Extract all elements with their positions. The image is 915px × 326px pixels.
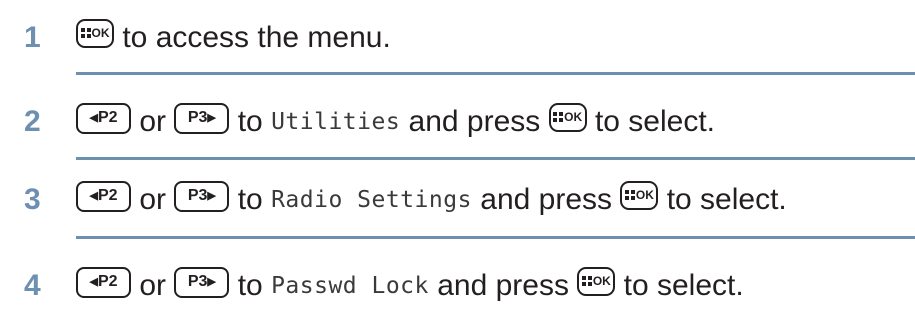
menu-item-name: Utilities	[271, 109, 401, 135]
step-divider	[76, 236, 915, 239]
step-text: OK to access the menu.	[76, 18, 391, 58]
right-triangle-icon: ▶	[207, 189, 216, 202]
menu-ok-key: OK	[577, 266, 616, 296]
ok-key-label: OK	[592, 274, 611, 288]
p2-left-key: ◀ P2	[76, 102, 131, 134]
menu-item-name: Radio Settings	[271, 187, 472, 213]
menu-grid-icon	[624, 190, 635, 200]
p3-right-key: P3 ▶	[174, 180, 230, 212]
left-triangle-icon: ◀	[89, 275, 98, 288]
left-triangle-icon: ◀	[89, 111, 98, 124]
instruction-text: and press	[471, 183, 621, 216]
step-4: 4 ◀ P2 or P3 ▶ to Passwd Lock and press OK …	[0, 262, 915, 310]
instruction-text: to access the menu.	[114, 21, 391, 54]
step-number: 4	[24, 269, 41, 302]
p3-key-label: P3	[187, 273, 208, 290]
right-triangle-icon: ▶	[207, 275, 216, 288]
step-divider	[76, 157, 915, 160]
instruction-text: or	[131, 269, 175, 302]
instruction-text: to select.	[615, 269, 744, 302]
step-number: 2	[24, 105, 41, 138]
left-triangle-icon: ◀	[89, 189, 98, 202]
instruction-text: or	[131, 105, 175, 138]
menu-item-name: Passwd Lock	[271, 273, 429, 299]
step-3: 3 ◀ P2 or P3 ▶ to Radio Settings and press …	[0, 176, 915, 224]
ok-key-label: OK	[564, 110, 583, 124]
step-text: ◀ P2 or P3 ▶ to Utilities and press OK to …	[76, 102, 715, 142]
step-divider	[76, 72, 915, 75]
step-number: 1	[24, 21, 41, 54]
p2-left-key: ◀ P2	[76, 266, 131, 298]
instruction-text: to select.	[586, 105, 716, 138]
p3-key-label: P3	[187, 187, 208, 204]
step-text: ◀ P2 or P3 ▶ to Radio Settings and press O…	[76, 180, 787, 220]
p3-right-key: P3 ▶	[174, 102, 230, 134]
instruction-text: and press	[428, 269, 578, 302]
instruction-text: to	[229, 269, 272, 302]
menu-grid-icon	[581, 276, 592, 286]
p2-key-label: P2	[97, 109, 118, 126]
instruction-text: to	[229, 105, 272, 138]
step-2: 2 ◀ P2 or P3 ▶ to Utilities and press OK to…	[0, 98, 915, 146]
menu-ok-key: OK	[548, 102, 587, 132]
instruction-text: to select.	[658, 183, 787, 216]
menu-grid-icon	[80, 28, 91, 38]
right-triangle-icon: ▶	[207, 111, 216, 124]
p3-key-label: P3	[187, 109, 208, 126]
menu-grid-icon	[553, 112, 564, 122]
instruction-text: or	[131, 183, 175, 216]
p3-right-key: P3 ▶	[174, 266, 230, 298]
p2-left-key: ◀ P2	[76, 180, 131, 212]
step-text: ◀ P2 or P3 ▶ to Passwd Lock and press OK t…	[76, 266, 744, 306]
step-number: 3	[24, 183, 41, 216]
instruction-text: and press	[400, 105, 549, 138]
menu-ok-key: OK	[76, 18, 114, 48]
step-1: 1 OK to access the menu.	[0, 14, 915, 62]
ok-key-label: OK	[635, 188, 654, 202]
p2-key-label: P2	[97, 187, 118, 204]
instruction-text: to	[229, 183, 272, 216]
menu-ok-key: OK	[620, 180, 659, 210]
p2-key-label: P2	[97, 273, 118, 290]
ok-key-label: OK	[91, 26, 110, 40]
